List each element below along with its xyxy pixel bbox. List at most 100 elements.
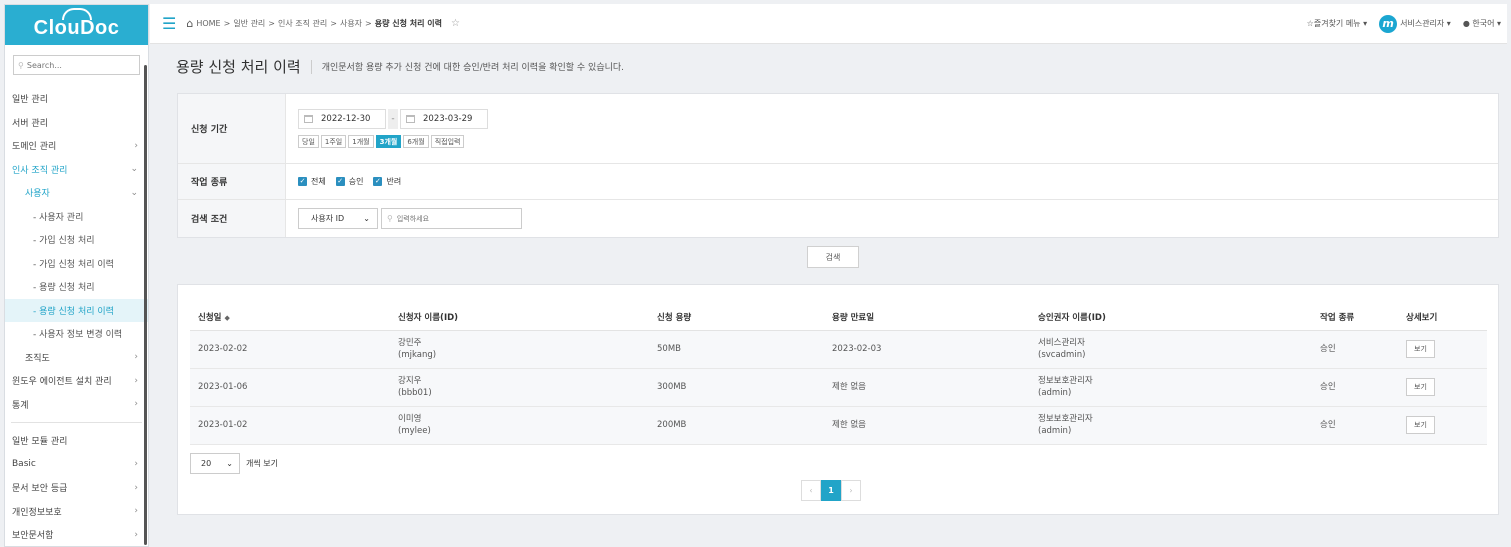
search-icon: ⚲ (387, 214, 393, 223)
sidebar-item[interactable]: 도메인 관리 › (5, 134, 148, 158)
chevron-right-icon: › (134, 529, 138, 540)
period-button[interactable]: 당일 (298, 135, 319, 148)
page-1-button[interactable]: 1 (821, 480, 841, 501)
sidebar-item[interactable]: - 사용자 정보 변경 이력 (5, 322, 148, 346)
cell-detail: 보기 (1398, 330, 1487, 369)
sidebar-item[interactable]: 문서 보안 등급 › (5, 476, 148, 500)
cell-requester: 강지우 (bbb01) (390, 368, 649, 407)
view-button[interactable]: 보기 (1406, 340, 1435, 358)
sidebar-search[interactable]: ⚲ (13, 55, 140, 75)
date-from-input[interactable]: 2022-12-30 (298, 109, 386, 129)
date-to-input[interactable]: 2023-03-29 (400, 109, 488, 129)
search-button[interactable]: 검색 (807, 246, 859, 268)
sidebar-item-label: 서버 관리 (12, 118, 48, 129)
chevron-right-icon: › (134, 399, 138, 410)
results-panel: 신청일 ◆ 신청자 이름(ID) 신청 용량 용량 만료일 승인권자 이름(ID)… (177, 284, 1499, 515)
cell-approver: 정보보호관리자 (admin) (1030, 406, 1312, 445)
condition-select[interactable]: 사용자 ID ⌄ (298, 208, 378, 229)
sidebar-item[interactable]: - 사용자 관리 (5, 205, 148, 229)
sidebar-menu: 일반 관리 서버 관리 도메인 관리 › 인사 조직 관리 ⌄ 사용자 ⌄ - 사용자 관리 - … (5, 87, 148, 546)
logo[interactable]: ClouDoc (5, 5, 148, 45)
cell-approver: 서비스관리자 (svcadmin) (1030, 330, 1312, 369)
chevron-down-icon: ⌄ (226, 459, 233, 468)
next-page-button[interactable]: › (841, 480, 861, 501)
view-button[interactable]: 보기 (1406, 416, 1435, 434)
cell-size: 200MB (649, 406, 824, 445)
table-row: 2023-02-02 강민주 (mjkang) 50MB 2023-02-03 서비스관리… (190, 330, 1487, 369)
type-checkbox[interactable]: ✓ 전체 (298, 176, 326, 187)
sidebar-item: 일반 모듈 관리 (5, 429, 148, 453)
sidebar-item[interactable]: 개인정보보호 › (5, 500, 148, 524)
col-type: 작업 종류 (1312, 304, 1398, 331)
page-size-select[interactable]: 20 ⌄ (190, 453, 240, 474)
period-buttons: 당일 1주일 1개월 3개월 6개월 직접입력 (298, 135, 1486, 148)
star-outline-icon[interactable]: ☆ (451, 18, 460, 29)
condition-search[interactable]: ⚲ (381, 208, 522, 229)
sidebar-item[interactable]: 통계 › (5, 393, 148, 417)
checkbox-checked-icon[interactable]: ✓ (373, 177, 383, 186)
cell-approver: 정보보호관리자 (admin) (1030, 368, 1312, 407)
sidebar-item-label: 일반 모듈 관리 (12, 437, 68, 448)
breadcrumb-current: 용량 신청 처리 이력 (374, 19, 442, 28)
breadcrumb-item-general[interactable]: 일반 관리 (233, 18, 265, 29)
breadcrumb-item-org[interactable]: 인사 조직 관리 (278, 18, 327, 29)
sidebar-item[interactable]: 서버 관리 (5, 111, 148, 135)
period-button[interactable]: 3개월 (375, 135, 402, 148)
view-button[interactable]: 보기 (1406, 378, 1435, 396)
sidebar-item[interactable]: - 용량 신청 처리 이력 (5, 298, 148, 322)
cell-size: 50MB (649, 330, 824, 369)
checkbox-checked-icon[interactable]: ✓ (335, 177, 345, 186)
hamburger-menu-icon[interactable]: ☰ (162, 14, 176, 33)
table-header: 신청일 ◆ 신청자 이름(ID) 신청 용량 용량 만료일 승인권자 이름(ID)… (190, 304, 1487, 331)
search-icon: ⚲ (18, 60, 24, 70)
sort-icon[interactable]: ◆ (224, 314, 229, 322)
type-checkbox[interactable]: ✓ 승인 (335, 176, 363, 187)
favorites-menu[interactable]: ☆즐겨찾기 메뉴 ▾ (1307, 18, 1367, 29)
sidebar-item[interactable]: 조직도 › (5, 346, 148, 370)
filter-row-type: 작업 종류 ✓ 전체 ✓ 승인 ✓ 반려 (178, 164, 1498, 200)
breadcrumb: ⌂ HOME > 일반 관리 > 인사 조직 관리 > 사용자 > 용량 신청 … (186, 17, 460, 30)
sidebar-item: 일반 관리 (5, 87, 148, 111)
sidebar-item[interactable]: 사용자 ⌄ (5, 181, 148, 205)
sidebar-item[interactable]: Basic › (5, 453, 148, 477)
cell-type: 승인 (1312, 368, 1398, 407)
sidebar-item[interactable]: 보안문서함 › (5, 523, 148, 546)
sidebar: ClouDoc ⚲ 일반 관리서버 관리도메인 관리 › 인사 조직 관리 ⌄ 사용자 ⌄… (4, 4, 149, 547)
period-button[interactable]: 1개월 (348, 135, 374, 148)
main-content: 용량 신청 처리 이력 개인문서함 용량 추가 신청 건에 대한 승인/반려 처… (150, 44, 1507, 547)
col-detail: 상세보기 (1398, 304, 1487, 331)
condition-input[interactable] (396, 214, 507, 223)
period-button[interactable]: 6개월 (403, 135, 429, 148)
page-header: 용량 신청 처리 이력 개인문서함 용량 추가 신청 건에 대한 승인/반려 처… (176, 56, 624, 77)
type-checkbox[interactable]: ✓ 반려 (373, 176, 401, 187)
period-button[interactable]: 1주일 (320, 135, 347, 148)
sidebar-item-label: 도메인 관리 (12, 142, 57, 153)
sidebar-item[interactable]: - 가입 신청 처리 이력 (5, 252, 148, 276)
sidebar-item[interactable]: - 용량 신청 처리 (5, 275, 148, 299)
prev-page-button[interactable]: ‹ (801, 480, 821, 501)
sidebar-item[interactable]: 인사 조직 관리 ⌄ (5, 158, 148, 182)
col-date[interactable]: 신청일 ◆ (190, 304, 390, 331)
sidebar-item-label: 문서 보안 등급 (12, 484, 68, 495)
sidebar-scrollbar[interactable] (144, 65, 147, 545)
breadcrumb-item-home[interactable]: HOME (196, 19, 220, 28)
sidebar-item-label: - 사용자 정보 변경 이력 (33, 330, 123, 341)
sidebar-item[interactable]: 윈도우 에이전트 설치 관리 › (5, 369, 148, 393)
filter-row-period: 신청 기간 2022-12-30 - 2023-03-29 당일 1주일 1개월 3개… (178, 94, 1498, 164)
cell-expire: 2023-02-03 (824, 330, 1030, 369)
checkbox-checked-icon[interactable]: ✓ (298, 177, 307, 186)
col-size: 신청 용량 (649, 304, 824, 331)
breadcrumb-item-user[interactable]: 사용자 (340, 18, 362, 29)
filter-panel: 신청 기간 2022-12-30 - 2023-03-29 당일 1주일 1개월 3개… (177, 93, 1499, 238)
sidebar-item[interactable]: - 가입 신청 처리 (5, 228, 148, 252)
cloud-icon (61, 8, 92, 20)
admin-menu[interactable]: m 서비스관리자 ▾ (1379, 14, 1451, 33)
period-button[interactable]: 직접입력 (430, 135, 465, 148)
sidebar-item-label: 통계 (12, 400, 29, 411)
filter-label-condition: 검색 조건 (178, 200, 286, 237)
cell-date: 2023-01-02 (190, 406, 390, 445)
home-icon[interactable]: ⌂ (186, 17, 193, 30)
chevron-right-icon: › (134, 375, 138, 386)
sidebar-search-input[interactable] (26, 60, 127, 70)
language-menu[interactable]: ● 한국어 ▾ (1463, 18, 1501, 29)
